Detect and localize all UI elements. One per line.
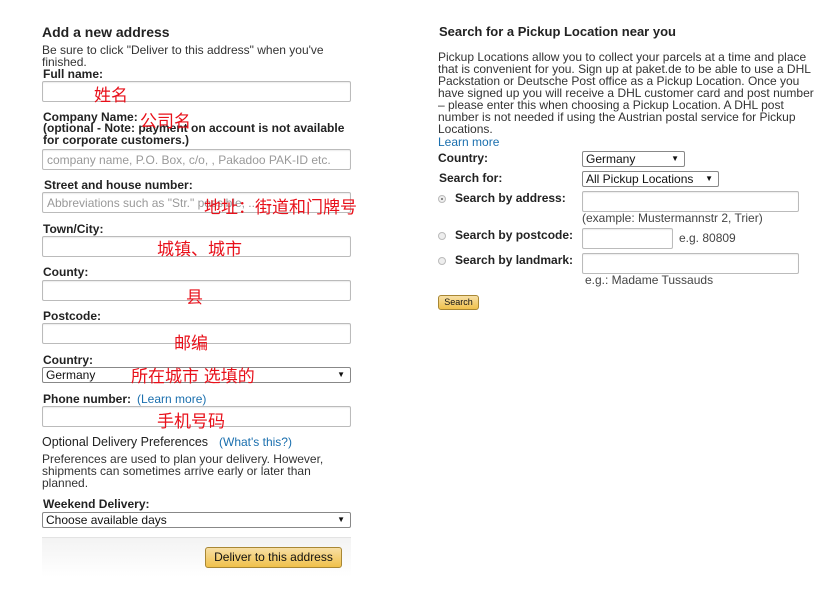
weekend-label: Weekend Delivery: (43, 497, 150, 511)
weekend-select[interactable]: Choose available days ▼ (42, 512, 351, 528)
phone-learn-more-link[interactable]: (Learn more) (137, 392, 206, 406)
deliver-button[interactable]: Deliver to this address (205, 547, 342, 568)
by-postcode-label: Search by postcode: (455, 228, 574, 242)
address-hint: (example: Mustermannstr 2, Trier) (582, 211, 763, 225)
dropdown-arrow-icon: ▼ (337, 515, 345, 524)
radio-by-address[interactable] (438, 195, 446, 203)
annotation: 公司名 (140, 112, 191, 131)
learn-more-link[interactable]: Learn more (438, 135, 499, 149)
preferences-text: Preferences are used to plan your delive… (42, 452, 324, 490)
landmark-hint: e.g.: Madame Tussauds (585, 273, 714, 287)
annotation: 地址：街道和门牌号 (204, 198, 357, 217)
search-button[interactable]: Search (438, 295, 479, 310)
street-label: Street and house number: (44, 178, 193, 192)
dropdown-arrow-icon: ▼ (671, 154, 679, 163)
full-name-label: Full name: (43, 67, 104, 81)
pickup-title: Search for a Pickup Location near you (439, 24, 676, 39)
country-label: Country: (43, 353, 93, 367)
search-for-select[interactable]: All Pickup Locations ▼ (582, 171, 719, 187)
pickup-country-select[interactable]: Germany ▼ (582, 151, 685, 167)
phone-label: Phone number: (43, 392, 132, 406)
by-address-label: Search by address: (455, 191, 566, 205)
annotation: 邮编 (174, 334, 208, 353)
annotation: 县 (186, 288, 203, 307)
address-search-input[interactable] (582, 191, 799, 212)
county-label: County: (43, 265, 89, 279)
annotation: 手机号码 (157, 412, 225, 431)
weekend-value: Choose available days (46, 513, 167, 527)
radio-by-landmark[interactable] (438, 257, 446, 265)
pickup-country-value: Germany (586, 152, 636, 166)
search-for-value: All Pickup Locations (586, 172, 694, 186)
preferences-title: Optional Delivery Preferences (42, 435, 209, 449)
postcode-hint: e.g. 80809 (679, 231, 736, 245)
annotation: 姓名 (94, 86, 128, 105)
dropdown-arrow-icon: ▼ (337, 370, 345, 379)
page-title: Add a new address (42, 24, 170, 40)
dropdown-arrow-icon: ▼ (705, 174, 713, 183)
search-for-label: Search for: (439, 171, 503, 185)
company-note: (optional - Note: payment on account is … (43, 121, 345, 147)
company-input[interactable]: company name, P.O. Box, c/o, , Pakadoo P… (42, 149, 351, 170)
postcode-label: Postcode: (43, 309, 102, 323)
town-label: Town/City: (43, 222, 104, 236)
postcode-search-input[interactable] (582, 228, 673, 249)
pickup-country-label: Country: (438, 151, 488, 165)
whats-this-link[interactable]: (What's this?) (219, 435, 292, 449)
full-name-input[interactable] (42, 81, 351, 102)
by-landmark-label: Search by landmark: (455, 253, 574, 267)
country-value: Germany (46, 368, 96, 382)
landmark-search-input[interactable] (582, 253, 799, 274)
intro-text: Be sure to click "Deliver to this addres… (42, 43, 324, 69)
pickup-text: Pickup Locations allow you to collect yo… (438, 50, 814, 136)
annotation: 所在城市 选填的 (131, 367, 255, 386)
radio-by-postcode[interactable] (438, 232, 446, 240)
annotation: 城镇、城市 (157, 240, 242, 259)
